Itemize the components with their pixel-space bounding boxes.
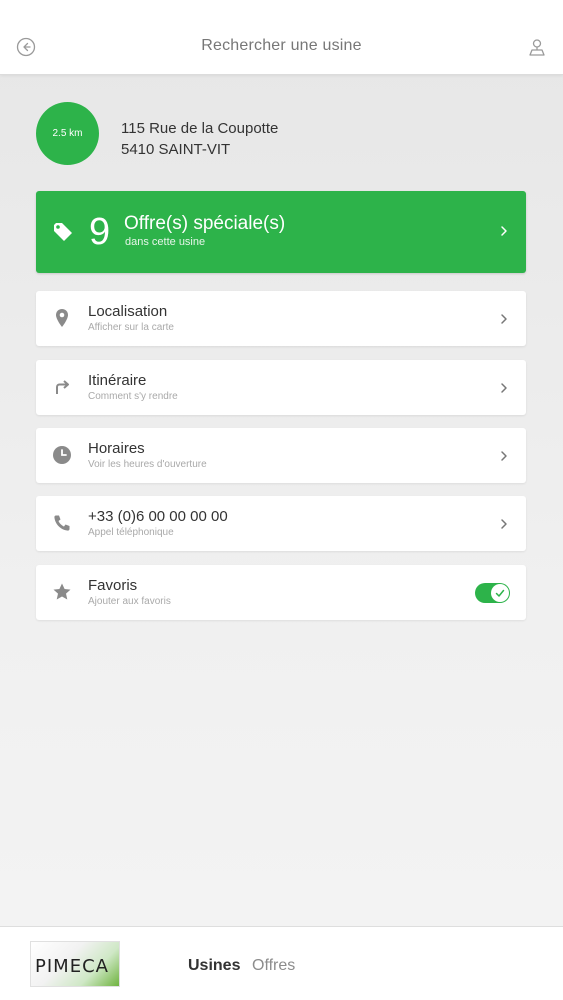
- menu-item-subtitle: Afficher sur la carte: [88, 322, 174, 333]
- plant-address: 115 Rue de la Coupotte 5410 SAINT-VIT: [121, 118, 278, 160]
- special-offers-card[interactable]: 9 Offre(s) spéciale(s) dans cette usine: [36, 191, 526, 273]
- menu-item-title: Horaires: [88, 440, 145, 457]
- menu-item-subtitle: Ajouter aux favoris: [88, 596, 171, 607]
- address-line-2: 5410 SAINT-VIT: [121, 141, 231, 158]
- phone-icon: [54, 515, 70, 531]
- chevron-right-icon: [501, 451, 507, 461]
- menu-item-subtitle: Appel téléphonique: [88, 527, 174, 538]
- map-pin-icon: [56, 309, 68, 327]
- user-location-icon: [529, 39, 545, 56]
- tag-icon: [54, 223, 72, 241]
- chevron-right-icon: [501, 314, 507, 324]
- turn-right-arrow-icon: [56, 380, 69, 394]
- toggle-knob: [491, 584, 509, 602]
- favorite-toggle[interactable]: [475, 583, 510, 603]
- user-location-button[interactable]: [525, 35, 549, 59]
- bottom-bar: PIMECA Usines Offres: [0, 926, 563, 1000]
- address-line-1: 115 Rue de la Coupotte: [121, 120, 279, 137]
- chevron-right-icon: [501, 226, 507, 236]
- menu-item-favoris: Favoris Ajouter aux favoris: [36, 565, 526, 620]
- star-icon: [53, 583, 71, 600]
- offers-sublabel: dans cette usine: [125, 236, 206, 248]
- menu-item-title: +33 (0)6 00 00 00 00: [88, 508, 228, 525]
- menu-item-localisation[interactable]: Localisation Afficher sur la carte: [36, 291, 526, 346]
- clock-icon: [53, 446, 71, 464]
- menu-item-horaires[interactable]: Horaires Voir les heures d'ouverture: [36, 428, 526, 483]
- tab-usines[interactable]: Usines: [188, 957, 240, 975]
- chevron-right-icon: [501, 383, 507, 393]
- distance-badge: 2.5 km: [36, 102, 99, 165]
- checkmark-icon: [495, 589, 505, 597]
- menu-item-title: Localisation: [88, 303, 168, 320]
- menu-item-subtitle: Comment s'y rendre: [88, 391, 178, 402]
- menu-item-phone[interactable]: +33 (0)6 00 00 00 00 Appel téléphonique: [36, 496, 526, 551]
- menu-item-title: Favoris: [88, 577, 138, 594]
- pimeca-logo: PIMECA: [30, 941, 120, 987]
- menu-item-title: Itinéraire: [88, 372, 147, 389]
- menu-item-subtitle: Voir les heures d'ouverture: [88, 459, 207, 470]
- tab-offres[interactable]: Offres: [252, 957, 295, 975]
- top-bar: Rechercher une usine: [0, 0, 563, 75]
- logo-text: PIMECA: [35, 956, 109, 977]
- menu-item-itineraire[interactable]: Itinéraire Comment s'y rendre: [36, 360, 526, 415]
- plant-info: 2.5 km 115 Rue de la Coupotte 5410 SAINT…: [36, 102, 526, 166]
- offers-count: 9: [89, 211, 111, 253]
- page-title: Rechercher une usine: [201, 37, 362, 54]
- chevron-right-icon: [501, 519, 507, 529]
- offers-label: Offre(s) spéciale(s): [124, 213, 286, 234]
